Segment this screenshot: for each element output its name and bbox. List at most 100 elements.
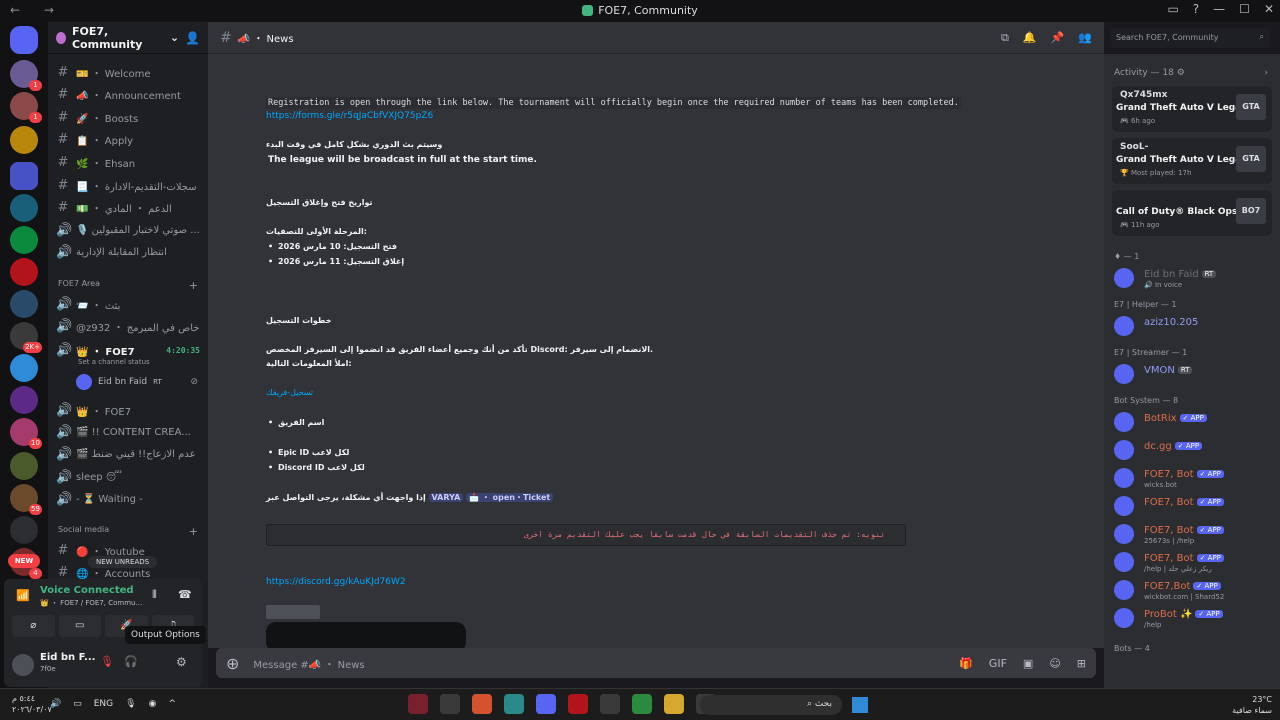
voice-channel-item[interactable]: 🔊 sleep 😴: [56, 467, 200, 487]
server-icon[interactable]: [10, 194, 38, 222]
message-link[interactable]: تسجيل-فريقك: [266, 388, 313, 397]
emoji-icon[interactable]: ☺: [1049, 657, 1060, 670]
new-unreads-pill[interactable]: NEW UNREADS: [88, 556, 158, 568]
channel-item[interactable]: # 📣 ・ Announcement: [56, 85, 200, 105]
server-icon[interactable]: 1: [10, 60, 42, 91]
channel-item[interactable]: # 📋 ・ Apply: [56, 130, 200, 150]
add-channel-icon[interactable]: +: [189, 525, 198, 538]
chevron-up-icon[interactable]: ^: [168, 699, 176, 709]
add-attachment-icon[interactable]: ⊕: [226, 654, 239, 673]
channel-mention[interactable]: 📩 ・ open・Ticket: [466, 493, 554, 502]
server-folder-icon[interactable]: [10, 162, 38, 190]
voice-channel-item[interactable]: 🔊 📨 ・ بثث: [56, 294, 200, 314]
activity-card[interactable]: Qx745mx Grand Theft Auto V Legacy 🎮 6h a…: [1112, 86, 1272, 132]
screen-share-button[interactable]: ▭: [58, 615, 101, 637]
display-icon[interactable]: ▭: [73, 699, 82, 709]
voice-channel-item[interactable]: 🔊 @z932 ・ خاص في المبرمج: [56, 316, 200, 336]
disconnect-icon[interactable]: ☎: [178, 588, 192, 601]
image-placeholder[interactable]: [266, 605, 320, 619]
bell-icon[interactable]: 🔔: [1023, 31, 1037, 45]
inbox-icon[interactable]: ▭: [1167, 2, 1178, 16]
maximize-button[interactable]: ☐: [1239, 2, 1250, 16]
activity-header[interactable]: Activity — 18 ⚙ ›: [1114, 68, 1272, 78]
language-indicator[interactable]: ENG: [94, 699, 113, 709]
server-icon[interactable]: [10, 386, 38, 414]
app-icon[interactable]: [600, 694, 620, 714]
home-button[interactable]: [10, 26, 38, 54]
weather-widget[interactable]: 23°C سماء صافية: [1232, 694, 1272, 716]
member-item[interactable]: FOE7, Bot ✓ APP: [1114, 494, 1274, 518]
voice-channel-item[interactable]: 🔊 🎬 عدم الازعاج!! قيني ضنط: [56, 444, 200, 464]
add-channel-icon[interactable]: +: [189, 279, 198, 292]
server-icon[interactable]: [10, 126, 38, 154]
server-icon[interactable]: 10: [10, 418, 42, 449]
member-item[interactable]: VMON RT: [1114, 362, 1274, 386]
server-header[interactable]: FOE7, Community ⌄ 👤: [48, 22, 208, 54]
activity-card[interactable]: SooL- Grand Theft Auto V Legacy 🏆 Most p…: [1112, 138, 1272, 184]
volume-icon[interactable]: 🔊: [50, 699, 61, 709]
camera-off-button[interactable]: ⌀: [12, 615, 55, 637]
channel-item[interactable]: 🔊 انتظار المقابلة الإدارية: [56, 243, 200, 263]
category-header[interactable]: FOE7 Area +: [58, 279, 198, 292]
voice-channel-item[interactable]: 🔊 👑 ・ FOE7 4:20:35: [56, 340, 200, 360]
store-icon[interactable]: [632, 694, 652, 714]
clock[interactable]: ٥:٤٤ م ٢٠٢٦/٠٣/٠٧: [12, 693, 52, 715]
message-link[interactable]: https://discord.gg/kAuKJd76W2: [266, 577, 406, 587]
server-icon[interactable]: [10, 258, 38, 286]
channel-item[interactable]: # 🌿 ・ Ehsan: [56, 152, 200, 172]
channel-item[interactable]: # 🚀 ・ Boosts: [56, 107, 200, 127]
apps-icon[interactable]: ⊞: [1077, 657, 1086, 670]
member-item[interactable]: FOE7, Bot ✓ APP 25673s | /help: [1114, 522, 1274, 546]
activity-card[interactable]: Call of Duty® Black Ops 7 🎮 11h ago BO7: [1112, 190, 1272, 236]
member-item[interactable]: BotRix ✓ APP: [1114, 410, 1274, 434]
taskbar-search[interactable]: بحث ⌕: [700, 695, 842, 715]
epic-games-icon[interactable]: [408, 694, 428, 714]
channel-item[interactable]: 🔊 🎙️ صوتي لاختبار المقبولين ...: [56, 220, 200, 240]
member-item[interactable]: Eid bn Faid RT 🔊 In voice: [1114, 266, 1274, 290]
member-item[interactable]: FOE7,Bot ✓ APP wickbot.com | Shard52: [1114, 578, 1274, 602]
signal-icon[interactable]: 📶: [16, 589, 30, 603]
gif-icon[interactable]: GIF: [989, 657, 1007, 670]
member-item[interactable]: dc.gg ✓ APP: [1114, 438, 1274, 462]
server-icon[interactable]: [10, 516, 38, 544]
deafen-icon[interactable]: 🎧: [124, 655, 138, 668]
voice-channel-info[interactable]: 👑 ・ FOE7 / FOE7, Commu...: [40, 598, 150, 608]
server-icon[interactable]: 1: [10, 92, 42, 123]
channel-item[interactable]: # 📃 ・ سجلات-التقديم-الادارة: [56, 175, 200, 195]
steam-tray-icon[interactable]: ◉: [149, 699, 157, 709]
avatar[interactable]: [12, 654, 34, 676]
message-composer[interactable]: ⊕ Message #📣 ・ News 🎁 GIF ▣ ☺ ⊞: [216, 648, 1096, 678]
brave-icon[interactable]: [472, 694, 492, 714]
member-item[interactable]: FOE7, Bot ✓ APP/help | ريكر زعلي جلد: [1114, 550, 1274, 574]
voice-status[interactable]: Voice Connected: [40, 585, 134, 596]
file-explorer-icon[interactable]: [664, 694, 684, 714]
help-icon[interactable]: ?: [1193, 2, 1199, 16]
sticker-icon[interactable]: ▣: [1023, 657, 1033, 670]
mute-icon[interactable]: 🎙: [100, 655, 114, 668]
server-icon[interactable]: [10, 290, 38, 318]
app-icon[interactable]: [504, 694, 524, 714]
steam-icon[interactable]: [440, 694, 460, 714]
voicemod-icon[interactable]: [568, 694, 588, 714]
user-name[interactable]: Eid bn F...: [40, 652, 95, 663]
discord-icon[interactable]: [536, 694, 556, 714]
voice-channel-item[interactable]: 🔊 - ⏳ Waiting -: [56, 489, 200, 509]
server-icon[interactable]: [10, 452, 38, 480]
server-icon[interactable]: [10, 354, 38, 382]
embed-image[interactable]: [266, 622, 466, 648]
members-icon[interactable]: 👥: [1078, 31, 1092, 45]
windows-start-icon[interactable]: [852, 697, 868, 713]
threads-icon[interactable]: ⧉: [1001, 31, 1009, 45]
mic-icon[interactable]: 🎙: [125, 699, 136, 709]
server-icon[interactable]: [10, 226, 38, 254]
user-mention[interactable]: VARYA: [428, 493, 464, 502]
voice-user[interactable]: Eid bn Faid RT ⊘: [76, 372, 198, 392]
gift-icon[interactable]: 🎁: [959, 657, 973, 670]
channel-item[interactable]: # 💵 ・ الدعم ・ المادي: [56, 198, 200, 218]
message-link[interactable]: https://forms.gle/r5qJaCbfVXJQ75pZ6: [266, 111, 433, 121]
member-item[interactable]: FOE7, Bot ✓ APP wicks.bot: [1114, 466, 1274, 490]
server-icon[interactable]: 2K+: [10, 322, 42, 353]
voice-channel-item[interactable]: 🔊 👑 ・ FOE7: [56, 400, 200, 420]
voice-channel-item[interactable]: 🔊 🎬 !! CONTENT CREA...: [56, 422, 200, 442]
category-header[interactable]: Social media +: [58, 525, 198, 538]
